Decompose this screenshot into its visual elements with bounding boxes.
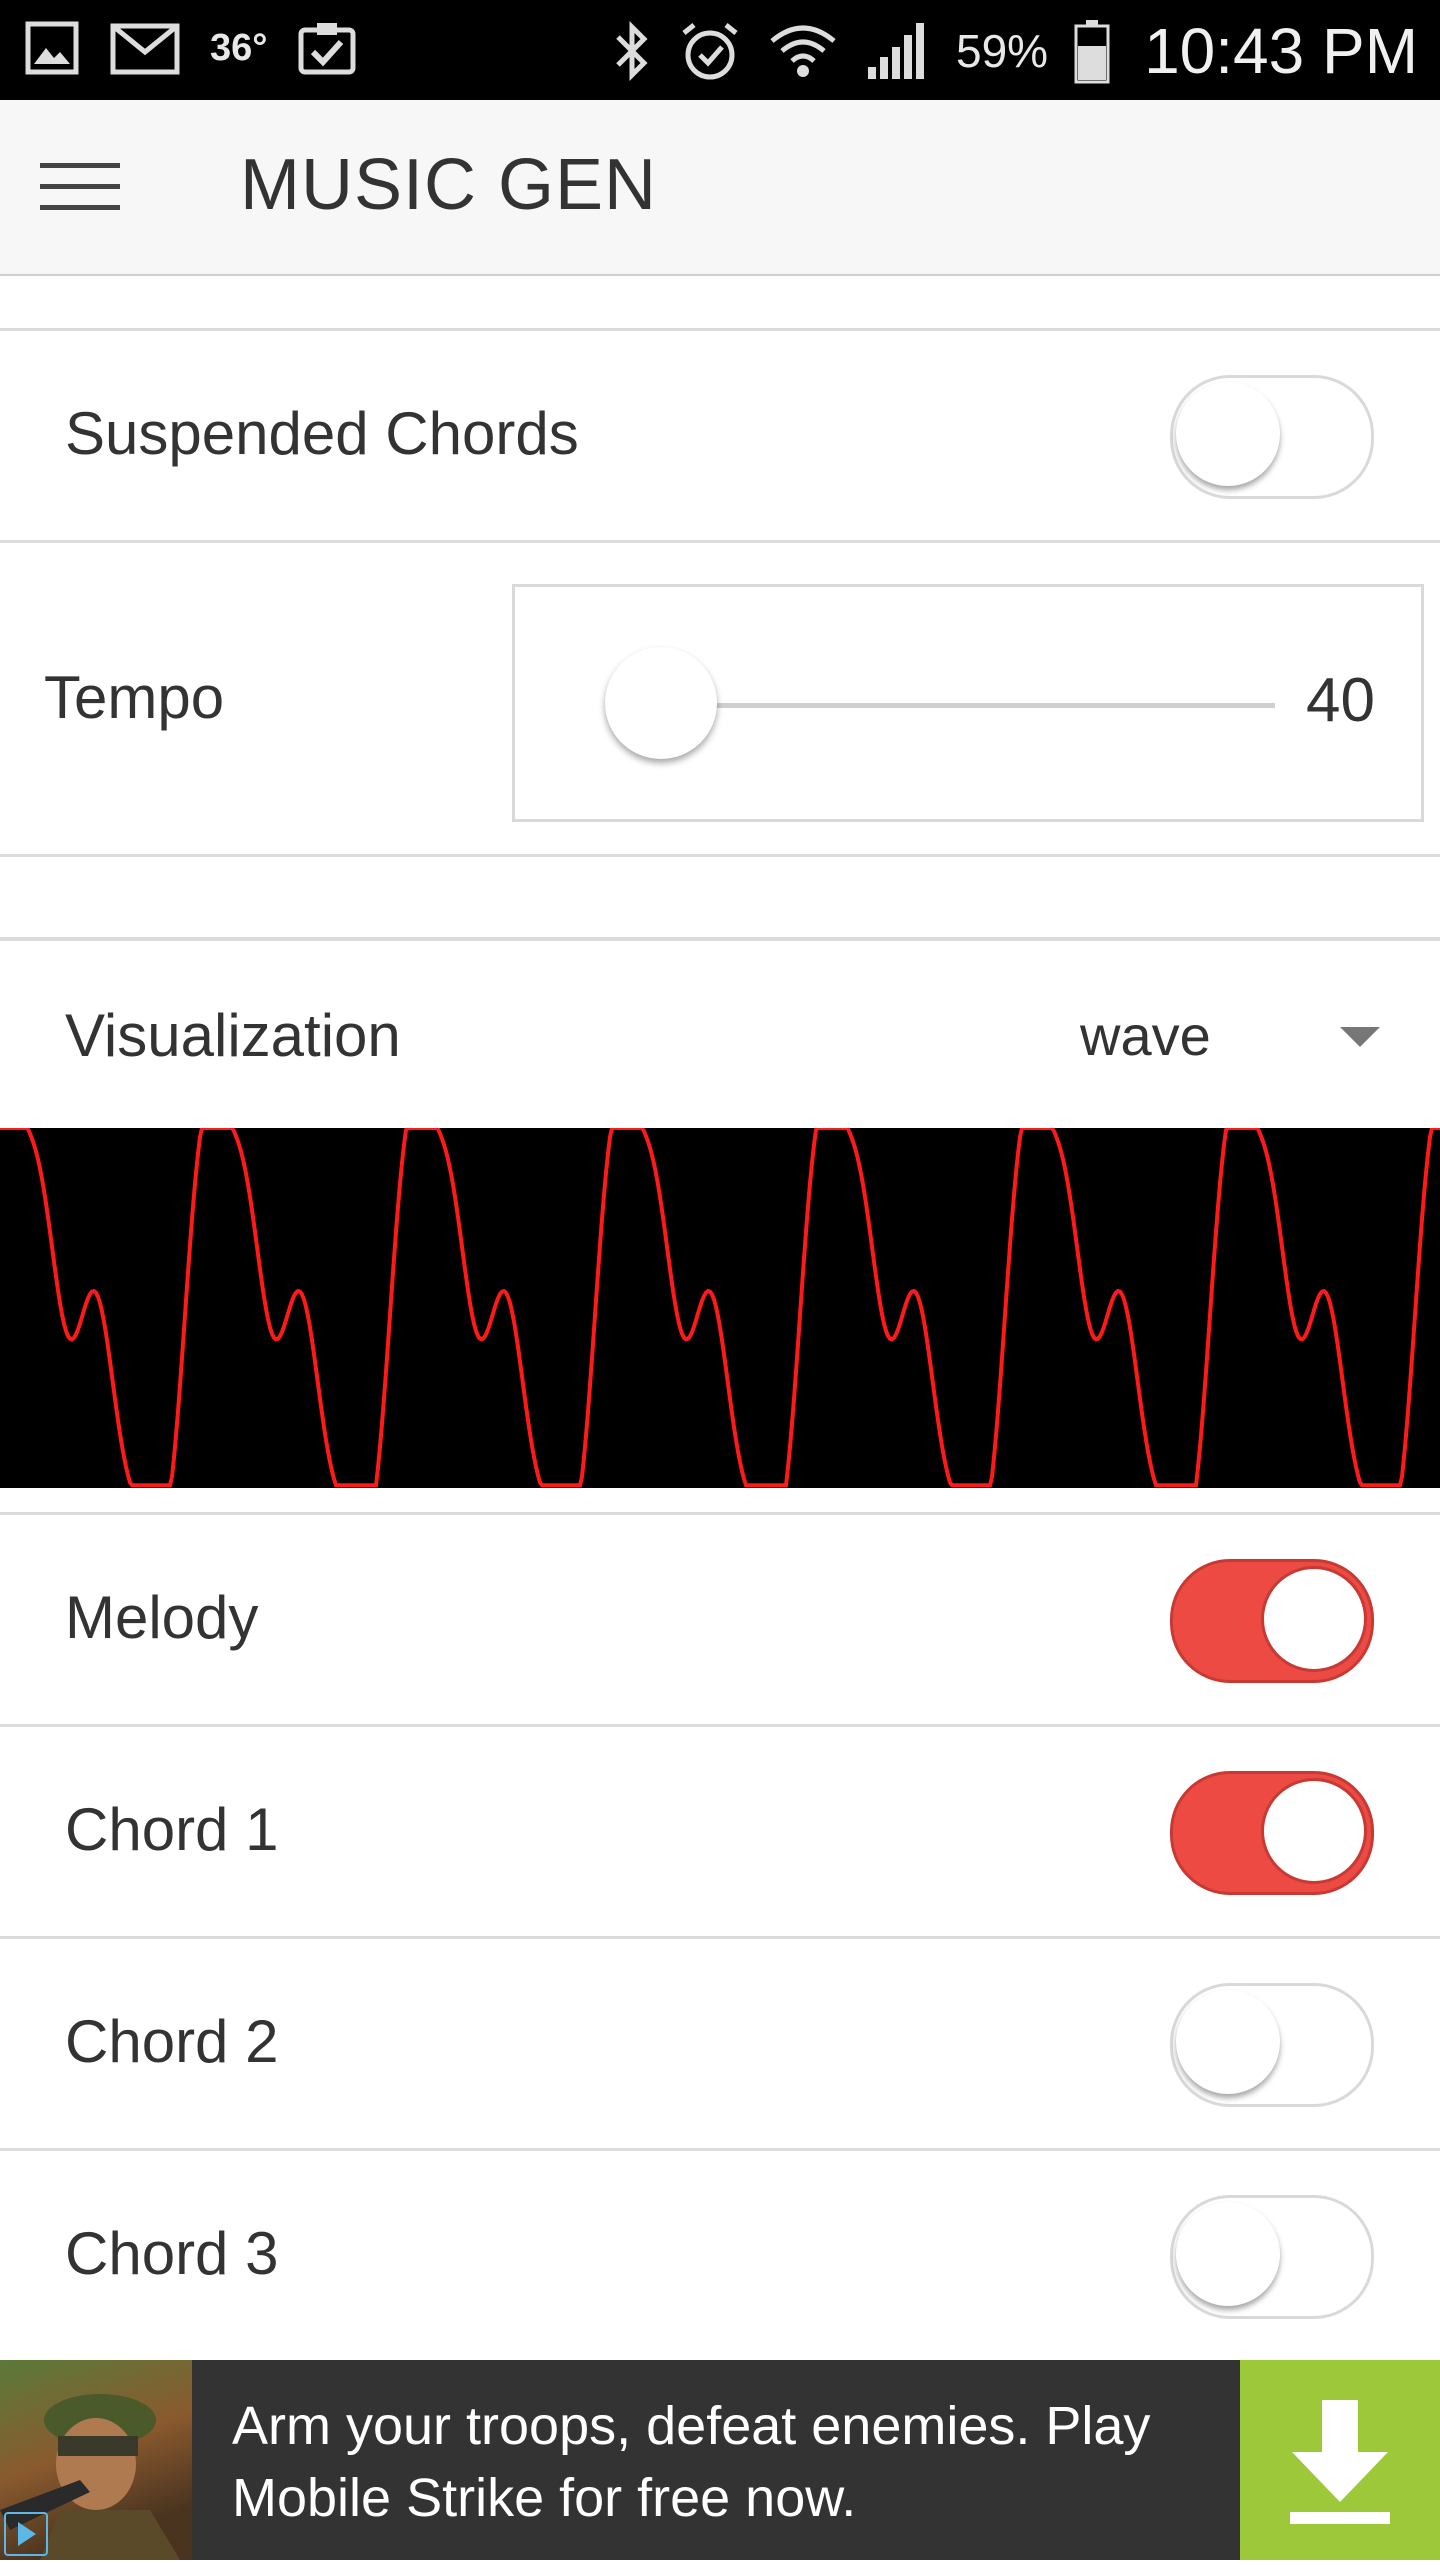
tempo-slider-container: 40 <box>512 584 1424 822</box>
melody-label: Melody <box>65 1584 259 1651</box>
wifi-icon <box>768 19 838 83</box>
waveform-visualization <box>0 1126 1440 1488</box>
divider-spacer <box>0 854 1440 940</box>
melody-toggle[interactable] <box>1170 1559 1374 1683</box>
chord-3-label: Chord 3 <box>65 2220 279 2287</box>
suspended-chords-row: Suspended Chords <box>0 328 1440 543</box>
clock-time: 10:43 PM <box>1144 15 1418 87</box>
track-row-chord-1: Chord 1 <box>0 1724 1440 1939</box>
suspended-chords-label: Suspended Chords <box>65 400 579 467</box>
app-title: MUSIC GEN <box>240 145 658 225</box>
toggle-knob <box>1176 382 1280 486</box>
ad-choices-icon[interactable] <box>4 2512 48 2556</box>
signal-icon <box>864 21 930 81</box>
track-row-chord-3: Chord 3 <box>0 2148 1440 2363</box>
chord-1-toggle[interactable] <box>1170 1771 1374 1895</box>
suspended-chords-toggle[interactable] <box>1170 375 1374 499</box>
tempo-slider-thumb[interactable] <box>605 647 717 759</box>
ad-text[interactable]: Arm your troops, defeat enemies. Play Mo… <box>232 2390 1232 2534</box>
chord-2-label: Chord 2 <box>65 2008 279 2075</box>
app-bar: MUSIC GEN <box>0 100 1440 276</box>
hamburger-menu-icon[interactable] <box>30 146 130 226</box>
alarm-icon <box>678 19 742 83</box>
chord-1-label: Chord 1 <box>65 1796 279 1863</box>
battery-percent: 59% <box>955 25 1049 77</box>
track-row-chord-2: Chord 2 <box>0 1936 1440 2151</box>
ad-banner[interactable]: Arm your troops, defeat enemies. Play Mo… <box>0 2360 1440 2560</box>
download-button[interactable] <box>1240 2360 1440 2560</box>
tempo-label: Tempo <box>44 664 225 731</box>
toggle-knob <box>1176 1990 1280 2094</box>
toggle-knob <box>1261 1566 1367 1672</box>
toggle-knob <box>1261 1778 1367 1884</box>
tempo-value: 40 <box>1306 666 1375 735</box>
track-row-melody: Melody <box>0 1512 1440 1727</box>
visualization-label: Visualization <box>65 1002 401 1069</box>
status-bar: 36° 59% 10:43 PM <box>0 0 1440 100</box>
chord-3-toggle[interactable] <box>1170 2195 1374 2319</box>
temperature-text: 36° <box>210 26 268 69</box>
dropdown-arrow-icon <box>1340 1027 1380 1047</box>
battery-icon <box>1074 18 1110 84</box>
toggle-knob <box>1176 2202 1280 2306</box>
download-icon <box>1290 2400 1390 2524</box>
visualization-row: Visualization wave <box>0 938 1440 1131</box>
ad-game-image[interactable] <box>0 2360 192 2560</box>
waveform-canvas <box>0 1126 1440 1488</box>
waveform-line <box>0 1126 1440 1488</box>
gmail-icon <box>110 20 180 76</box>
bluetooth-icon <box>612 19 652 83</box>
clipboard-check-icon <box>297 20 357 76</box>
visualization-selected-value: wave <box>1080 1004 1211 1067</box>
visualization-dropdown[interactable]: wave <box>1080 995 1380 1075</box>
gallery-icon <box>24 20 80 76</box>
chord-2-toggle[interactable] <box>1170 1983 1374 2107</box>
